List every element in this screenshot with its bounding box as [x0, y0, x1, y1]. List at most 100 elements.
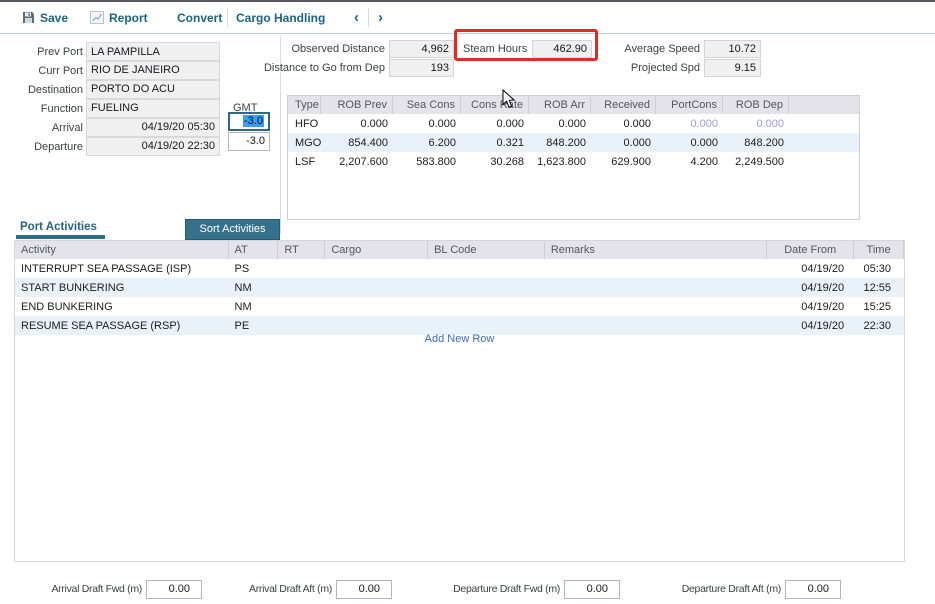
activity-row[interactable]: END BUNKERINGNM04/19/2015:25: [15, 297, 904, 316]
projected-spd-value: 9.15: [704, 59, 761, 77]
convert-button[interactable]: Convert: [177, 2, 222, 33]
activities-table-panel: ActivityATRTCargoBL CodeRemarksDate From…: [14, 240, 905, 562]
activity-cell: [325, 297, 428, 316]
prev-page-arrow[interactable]: ‹: [354, 2, 359, 33]
toolbar-separator: [227, 8, 228, 27]
bunker-table-body: HFO0.0000.0000.0000.0000.0000.0000.000MG…: [288, 114, 859, 171]
activities-column-header: Time: [854, 241, 904, 259]
field-value-box: 04/19/20 22:30: [86, 137, 220, 156]
distance-to-go-label: Distance to Go from Dep: [252, 62, 385, 74]
bunker-value-cell: 0.000: [723, 114, 789, 133]
activity-cell: [278, 259, 325, 278]
bunker-value-cell: 0.000: [529, 114, 591, 133]
steam-hours-value: 462.90: [532, 40, 592, 58]
draft-input[interactable]: 0.00: [564, 580, 620, 599]
activity-cell: 05:30: [854, 259, 904, 278]
activity-cell: PS: [229, 259, 279, 278]
bunker-value-cell: 0.000: [461, 114, 529, 133]
average-speed-value: 10.72: [704, 40, 761, 58]
voyage-field-row: Prev PortLA PAMPILLA: [2, 42, 220, 61]
activities-column-header: Remarks: [545, 241, 767, 259]
cargo-handling-label: Cargo Handling: [236, 11, 325, 25]
sort-activities-button[interactable]: Sort Activities: [185, 219, 280, 240]
projected-spd-label: Projected Spd: [600, 62, 700, 74]
save-label: Save: [40, 11, 68, 25]
bunker-column-header: Sea Cons: [393, 96, 461, 114]
save-button[interactable]: Save: [22, 2, 68, 33]
activities-column-header: Activity: [15, 241, 229, 259]
activity-cell: [325, 259, 428, 278]
activity-row[interactable]: START BUNKERINGNM04/19/2012:55: [15, 278, 904, 297]
draft-label: Arrival Draft Fwd (m): [28, 583, 146, 595]
bunker-value-cell: 848.200: [723, 133, 789, 152]
bunker-value-cell: 1,623.800: [529, 152, 591, 171]
bunker-table-header: TypeROB PrevSea ConsCons RateROB ArrRece…: [288, 96, 859, 114]
activities-column-header: AT: [229, 241, 279, 259]
bunker-row: HFO0.0000.0000.0000.0000.0000.0000.000: [288, 114, 859, 133]
draft-group: Arrival Draft Aft (m)0.00: [218, 579, 392, 599]
activity-cell: [545, 297, 767, 316]
draft-group: Departure Draft Fwd (m)0.00: [436, 579, 620, 599]
report-button[interactable]: Report: [90, 2, 148, 33]
bunker-column-header: Received: [591, 96, 656, 114]
gmt-departure-value: -3.0: [246, 135, 265, 147]
bunker-value-cell: 0.000: [591, 114, 656, 133]
draft-input[interactable]: 0.00: [146, 580, 202, 599]
activity-cell: [278, 278, 325, 297]
voyage-field-row: Curr PortRIO DE JANEIRO: [2, 61, 220, 80]
field-value-box: PORTO DO ACU: [86, 80, 220, 99]
activity-row[interactable]: INTERRUPT SEA PASSAGE (ISP)PS 04/19/2005:…: [15, 259, 904, 278]
next-page-arrow[interactable]: ›: [378, 2, 383, 33]
bunker-value-cell: 0.000: [656, 133, 723, 152]
field-label: Curr Port: [2, 65, 86, 77]
activities-column-header: Date From: [767, 241, 854, 259]
chevron-right-icon: ›: [378, 9, 383, 26]
save-icon: [22, 11, 35, 24]
bunker-value-cell: 30.268: [461, 152, 529, 171]
voyage-field-row: DestinationPORTO DO ACU: [2, 80, 220, 99]
toolbar: Save Report Convert Cargo Handling ‹ ›: [0, 2, 935, 34]
activity-cell: [428, 297, 545, 316]
gmt-arrival-input[interactable]: -3.0: [228, 112, 270, 131]
bunker-type-cell: LSF: [288, 152, 321, 171]
bunker-value-cell: 6.200: [393, 133, 461, 152]
activity-cell: 12:55: [854, 278, 904, 297]
bunker-value-cell: 0.000: [591, 133, 656, 152]
convert-label: Convert: [177, 11, 222, 25]
bunker-row: MGO854.4006.2000.321848.2000.0000.000848…: [288, 133, 859, 152]
activity-cell: NM: [229, 297, 279, 316]
activity-cell: 15:25: [854, 297, 904, 316]
activities-column-header: RT: [278, 241, 325, 259]
voyage-field-row: Departure04/19/20 22:30: [2, 137, 220, 156]
activities-column-header: Cargo: [325, 241, 428, 259]
observed-distance-value: 4,962: [389, 40, 454, 58]
activity-cell: 04/19/20: [767, 259, 854, 278]
field-label: Departure: [2, 141, 86, 153]
field-label: Arrival: [2, 122, 86, 134]
field-value-box: FUELING: [86, 99, 220, 118]
field-label: Destination: [2, 84, 86, 96]
activity-cell: END BUNKERING: [15, 297, 229, 316]
add-new-row-link[interactable]: Add New Row: [15, 333, 904, 345]
bunker-column-header: ROB Arr: [529, 96, 591, 114]
cargo-handling-button[interactable]: Cargo Handling: [236, 2, 325, 33]
bunker-value-cell: 2,207.600: [321, 152, 393, 171]
bunker-column-header: ROB Prev: [321, 96, 393, 114]
bunker-row: LSF2,207.600583.80030.2681,623.800629.90…: [288, 152, 859, 171]
activity-cell: [278, 297, 325, 316]
bunker-table-panel: TypeROB PrevSea ConsCons RateROB ArrRece…: [287, 95, 860, 220]
gmt-arrival-value: -3.0: [243, 115, 264, 127]
bunker-value-cell: 0.000: [656, 114, 723, 133]
bunker-value-cell: 583.800: [393, 152, 461, 171]
activity-cell: INTERRUPT SEA PASSAGE (ISP): [15, 259, 229, 278]
average-speed-label: Average Speed: [600, 43, 700, 55]
gmt-departure-input[interactable]: -3.0: [228, 132, 270, 151]
bunker-value-cell: 854.400: [321, 133, 393, 152]
draft-input[interactable]: 0.00: [785, 580, 841, 599]
activities-column-header: BL Code: [428, 241, 545, 259]
bunker-value-cell: 4.200: [656, 152, 723, 171]
steam-hours-label: Steam Hours: [463, 43, 527, 55]
tab-port-activities[interactable]: Port Activities: [20, 221, 97, 233]
field-label: Prev Port: [2, 46, 86, 58]
draft-input[interactable]: 0.00: [336, 580, 392, 599]
